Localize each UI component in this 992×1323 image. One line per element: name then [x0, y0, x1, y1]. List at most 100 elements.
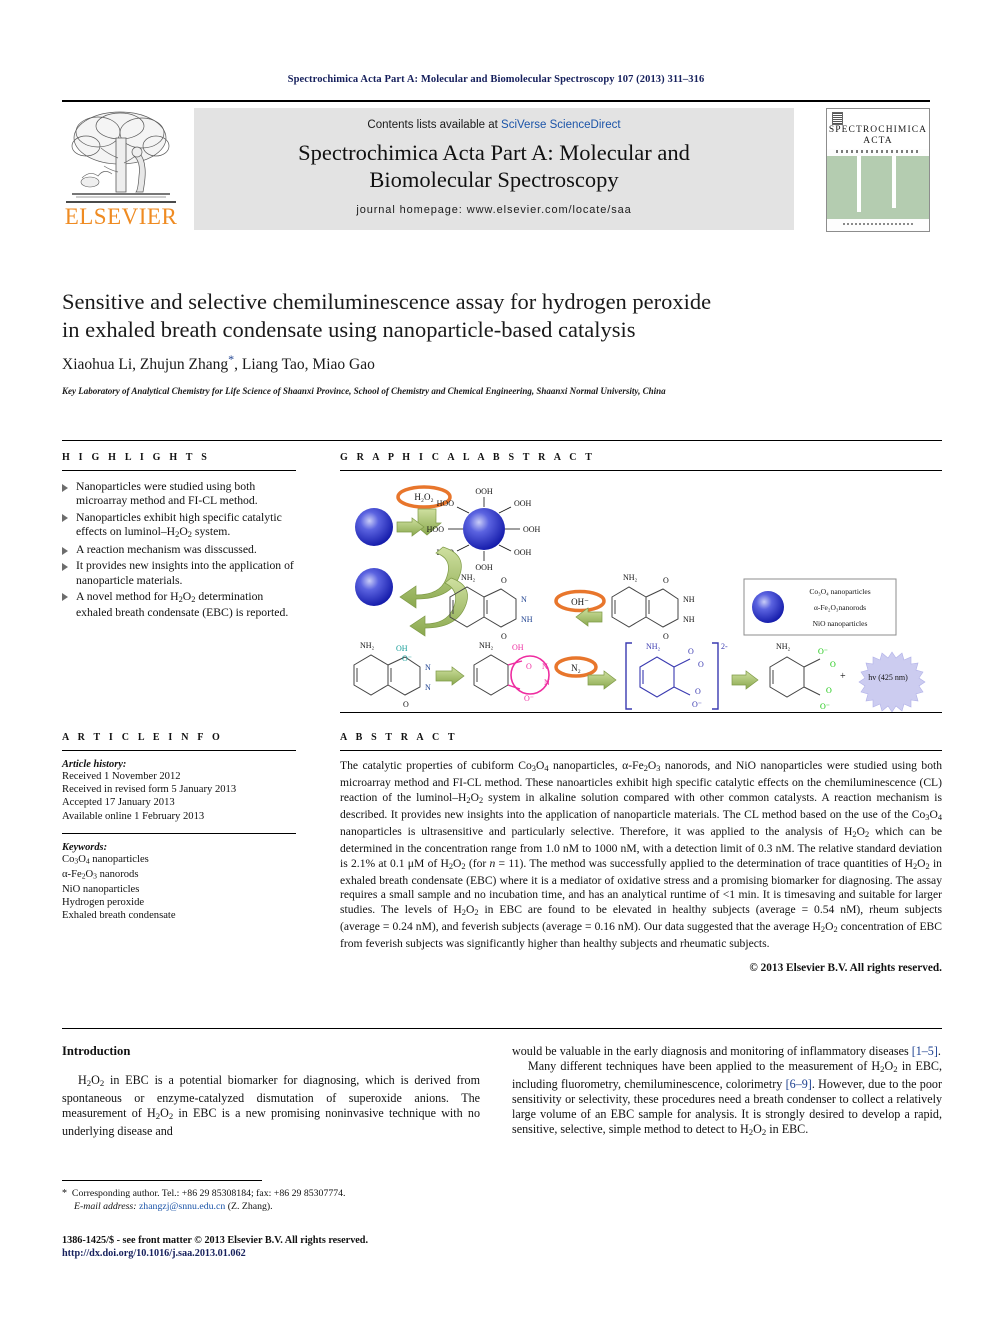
bullet-triangle-icon	[62, 483, 68, 492]
svg-text:N₂: N₂	[571, 663, 581, 673]
legend-box: Co₃O₄ nanoparticles α-Fe₂O₃nanorods NiO …	[743, 578, 897, 636]
svg-text:O: O	[663, 576, 669, 585]
graphical-abstract-figure[interactable]: H₂O₂ OOH OOH HOO OOH HOO OOH OOH NH₂ O N…	[340, 479, 942, 719]
elsevier-wordmark: ELSEVIER	[64, 204, 178, 229]
footnote-email-suffix: (Z. Zhang).	[227, 1200, 273, 1212]
list-item: A reaction mechanism was disscussed.	[62, 543, 296, 557]
keyword-item: Exhaled breath condensate	[62, 909, 176, 921]
article-history-item: Received 1 November 2012	[62, 771, 181, 782]
cover-title-line-1: SPECTROCHIMICA	[828, 125, 928, 135]
citation-ref[interactable]: [1–5]	[912, 1044, 938, 1058]
journal-cover-thumbnail[interactable]: SPECTROCHIMICA ACTA	[826, 108, 930, 232]
svg-text:+: +	[840, 671, 846, 682]
keyword-item: Co3O4 nanoparticles	[62, 853, 149, 866]
bracketed-dianion: 2- NH₂ O O O O⁻	[625, 642, 728, 710]
luminol-labels: NH₂ O N NH O	[461, 573, 533, 641]
section-heading-introduction: Introduction	[62, 1044, 131, 1058]
cover-elsevier-mark-icon	[832, 112, 843, 125]
article-history-item: Received in revised form 5 January 2013	[62, 784, 237, 796]
cover-white-bar-2	[892, 156, 896, 208]
keyword-item: NiO nanoparticles	[62, 883, 140, 895]
graphical-abstract-bottom-rule	[340, 712, 942, 713]
bullet-triangle-icon	[62, 546, 68, 555]
svg-text:OOH: OOH	[475, 563, 493, 572]
svg-text:O: O	[688, 647, 694, 656]
svg-text:N: N	[425, 663, 431, 672]
article-title-line-2: in exhaled breath condensate using nanop…	[62, 317, 636, 342]
footer-doi[interactable]: http://dx.doi.org/10.1016/j.saa.2013.01.…	[62, 1247, 562, 1260]
list-item: Nanoparticles were studied using both mi…	[62, 480, 296, 509]
footnote-email-line: E-mail address: zhangzj@snnu.edu.cn (Z. …	[62, 1201, 482, 1214]
logo-divider	[66, 201, 176, 203]
emission-label: hv (425 nm)	[868, 673, 908, 682]
svg-text:O⁻: O⁻	[524, 694, 534, 703]
footnote-email-label: E-mail address:	[74, 1200, 137, 1212]
svg-text:NH₂: NH₂	[461, 573, 476, 582]
svg-text:OH⁻: OH⁻	[571, 597, 589, 607]
contents-line: Contents lists available at SciVerse Sci…	[194, 119, 794, 131]
highlights-rule	[62, 470, 296, 471]
legend-item-3: NiO nanoparticles	[813, 619, 868, 628]
svg-text:NH₂: NH₂	[646, 642, 661, 651]
svg-text:OOH: OOH	[514, 499, 532, 508]
abstract-section: A B S T R A C T The catalytic properties…	[340, 732, 942, 974]
svg-text:O⁻: O⁻	[818, 647, 828, 656]
bullet-triangle-icon	[62, 562, 68, 571]
article-info-section: A R T I C L E I N F O Article history: R…	[62, 732, 296, 922]
arrow-right-icon	[731, 670, 759, 690]
graphical-abstract-rule	[340, 470, 942, 471]
abstract-rule	[340, 750, 942, 751]
footnote-divider	[62, 1180, 262, 1181]
cover-footer-dots	[843, 223, 915, 225]
svg-text:OH: OH	[512, 643, 524, 652]
list-item: It provides new insights into the applic…	[62, 559, 296, 588]
graphical-abstract-section: G R A P H I C A L A B S T R A C T H₂O₂ O…	[340, 452, 942, 719]
svg-text:N: N	[425, 683, 431, 692]
running-head: Spectrochimica Acta Part A: Molecular an…	[287, 74, 705, 85]
highlights-heading: H I G H L I G H T S	[62, 452, 210, 463]
footnote-corresponding: * Corresponding author. Tel.: +86 29 853…	[62, 1188, 482, 1201]
article-history-label: Article history:	[62, 759, 127, 770]
svg-text:O⁻: O⁻	[402, 654, 412, 663]
svg-text:O: O	[830, 660, 836, 669]
highlight-text: It provides new insights into the applic…	[76, 559, 294, 587]
curved-arrow-icon	[409, 577, 468, 637]
sciencedirect-link[interactable]: SciVerse ScienceDirect	[501, 119, 621, 131]
footnote-email-link[interactable]: zhangzj@snnu.edu.cn	[139, 1201, 225, 1212]
intermediate-structure-2	[473, 654, 509, 696]
intro-paragraph-left: H2O2 in EBC is a potential biomarker for…	[62, 1073, 481, 1138]
authors-head: Xiaohua Li, Zhujun Zhang	[62, 356, 229, 374]
header-divider	[62, 440, 942, 441]
highlight-text: A novel method for H2O2 determination ex…	[76, 589, 289, 620]
keywords-label: Keywords:	[62, 841, 108, 853]
authors-tail: , Liang Tao, Miao Gao	[234, 356, 375, 374]
journal-banner: Contents lists available at SciVerse Sci…	[194, 108, 794, 230]
svg-text:O⁻: O⁻	[692, 700, 702, 709]
svg-text:NH₂: NH₂	[776, 642, 791, 651]
author-affiliation: Key Laboratory of Analytical Chemistry f…	[62, 386, 666, 396]
svg-text:2-: 2-	[721, 642, 728, 651]
journal-title-line-2: Biomolecular Spectroscopy	[369, 167, 619, 192]
svg-text:OOH: OOH	[514, 548, 532, 557]
citation-ref[interactable]: [6–9]	[786, 1077, 812, 1091]
cover-title-line-2: ACTA	[863, 136, 893, 146]
product-structure: NH₂ O⁻ O O O⁻ +	[769, 642, 846, 711]
svg-text:NH₂: NH₂	[623, 573, 638, 582]
article-history-item: Accepted 17 January 2013	[62, 797, 175, 809]
journal-masthead: ELSEVIER Contents lists available at Sci…	[62, 100, 930, 234]
footer-issn-line: 1386-1425/$ - see front matter © 2013 El…	[62, 1235, 369, 1246]
abstract-heading: A B S T R A C T	[340, 732, 458, 743]
cover-subtitle-dots	[836, 150, 920, 153]
svg-text:H₂O₂: H₂O₂	[414, 492, 433, 502]
cover-white-bar-1	[857, 156, 861, 212]
keywords-divider	[62, 832, 296, 834]
svg-text:O: O	[826, 686, 832, 695]
body-column-right: would be valuable in the early diagnosis…	[512, 1044, 942, 1140]
nitrogen-label: N₂	[554, 656, 598, 678]
activated-nanoparticle: OOH OOH HOO OOH HOO OOH HOO OOH	[427, 487, 541, 572]
luminol-structure-right	[611, 586, 679, 628]
highlight-text: A reaction mechanism was disscussed.	[76, 543, 257, 557]
svg-text:N: N	[544, 678, 550, 687]
contents-prefix: Contents lists available at	[367, 119, 502, 131]
intro-paragraph-2: Many different techniques have been appl…	[512, 1059, 942, 1137]
